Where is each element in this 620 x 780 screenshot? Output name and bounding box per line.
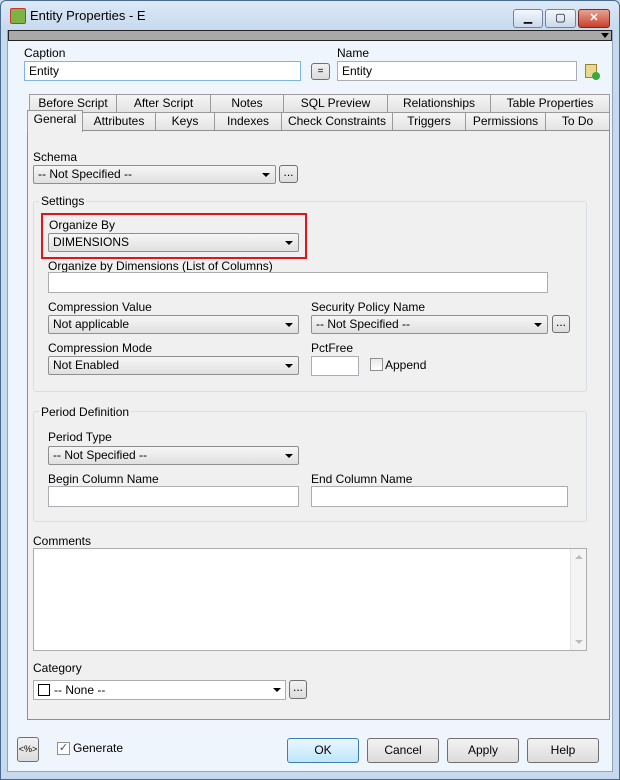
scroll-down-icon[interactable] — [575, 640, 583, 644]
end-column-label: End Column Name — [311, 472, 413, 486]
settings-label: Settings — [39, 194, 87, 208]
schema-label: Schema — [33, 150, 78, 164]
macro-button[interactable]: <%> — [17, 737, 39, 762]
tab-attributes[interactable]: Attributes — [82, 112, 156, 130]
name-input[interactable]: Entity — [337, 61, 577, 81]
begin-column-label: Begin Column Name — [48, 472, 159, 486]
comments-scrollbar[interactable] — [570, 549, 586, 650]
category-value: -- None -- — [54, 683, 106, 697]
compression-value-select[interactable]: Not applicable — [48, 315, 299, 334]
compression-mode-value: Not Enabled — [53, 358, 120, 372]
tab-relationships[interactable]: Relationships — [387, 94, 491, 112]
tab-permissions[interactable]: Permissions — [465, 112, 546, 130]
security-policy-label: Security Policy Name — [311, 300, 426, 314]
help-button[interactable]: Help — [527, 738, 599, 763]
end-column-input[interactable] — [311, 486, 568, 507]
validate-name-icon[interactable] — [585, 64, 600, 80]
pctfree-input[interactable] — [311, 356, 359, 376]
chevron-down-icon — [285, 454, 293, 458]
cancel-button[interactable]: Cancel — [367, 738, 439, 763]
tab-to-do[interactable]: To Do — [545, 112, 610, 130]
window-title: Entity Properties - E — [30, 8, 146, 23]
comments-label: Comments — [33, 534, 92, 548]
security-policy-value: -- Not Specified -- — [316, 317, 411, 331]
comments-textarea[interactable] — [33, 548, 587, 651]
chevron-down-icon[interactable] — [601, 33, 609, 38]
caption-label: Caption — [24, 46, 66, 60]
chevron-down-icon — [285, 364, 293, 368]
category-select[interactable]: -- None -- — [33, 680, 286, 700]
close-button[interactable]: ✕ — [578, 9, 610, 28]
app-icon — [10, 8, 26, 24]
period-type-select[interactable]: -- Not Specified -- — [48, 446, 299, 465]
toolbar-strip[interactable] — [8, 30, 612, 41]
append-label: Append — [385, 358, 427, 372]
minimize-button[interactable]: ▁ — [513, 9, 543, 28]
compression-mode-label: Compression Mode — [48, 341, 153, 355]
period-definition-label: Period Definition — [39, 405, 132, 419]
tab-after-script[interactable]: After Script — [116, 94, 211, 112]
equals-button[interactable]: = — [311, 63, 330, 80]
schema-value: -- Not Specified -- — [38, 167, 133, 181]
chevron-down-icon — [534, 323, 542, 327]
chevron-down-icon — [285, 323, 293, 327]
generate-label: Generate — [73, 741, 124, 755]
ok-button[interactable]: OK — [287, 738, 359, 763]
begin-column-input[interactable] — [48, 486, 299, 507]
schema-browse-button[interactable]: ... — [279, 165, 298, 183]
organize-by-value: DIMENSIONS — [53, 235, 130, 249]
chevron-down-icon — [262, 173, 270, 177]
compression-value: Not applicable — [53, 317, 130, 331]
period-type-label: Period Type — [48, 430, 112, 444]
maximize-button[interactable]: ▢ — [545, 9, 576, 28]
organize-dims-input[interactable] — [48, 272, 548, 293]
category-label: Category — [33, 661, 82, 675]
pctfree-label: PctFree — [311, 341, 354, 355]
apply-button[interactable]: Apply — [447, 738, 519, 763]
tab-notes[interactable]: Notes — [210, 94, 284, 112]
scroll-up-icon[interactable] — [575, 555, 583, 559]
tab-sql-preview[interactable]: SQL Preview — [283, 94, 388, 112]
security-policy-select[interactable]: -- Not Specified -- — [311, 315, 548, 334]
tab-check-constraints[interactable]: Check Constraints — [281, 112, 393, 130]
compression-mode-select[interactable]: Not Enabled — [48, 356, 299, 375]
tab-keys[interactable]: Keys — [155, 112, 215, 130]
compression-value-label: Compression Value — [48, 300, 152, 314]
tab-table-properties[interactable]: Table Properties — [490, 94, 610, 112]
organize-dims-label: Organize by Dimensions (List of Columns) — [48, 259, 273, 273]
tab-indexes[interactable]: Indexes — [214, 112, 282, 130]
tab-triggers[interactable]: Triggers — [392, 112, 466, 130]
append-checkbox[interactable] — [370, 358, 383, 371]
name-label: Name — [337, 46, 370, 60]
security-policy-browse-button[interactable]: ... — [552, 315, 570, 333]
chevron-down-icon — [285, 241, 293, 245]
generate-checkbox[interactable]: ✓ — [57, 742, 70, 755]
period-type-value: -- Not Specified -- — [53, 448, 148, 462]
schema-select[interactable]: -- Not Specified -- — [33, 165, 276, 184]
color-swatch-icon — [38, 684, 50, 696]
tab-general[interactable]: General — [27, 110, 83, 132]
chevron-down-icon — [273, 688, 281, 692]
caption-input[interactable]: Entity — [24, 61, 301, 81]
organize-by-label: Organize By — [49, 218, 116, 232]
organize-by-select[interactable]: DIMENSIONS — [48, 233, 299, 252]
category-browse-button[interactable]: ... — [289, 680, 307, 699]
